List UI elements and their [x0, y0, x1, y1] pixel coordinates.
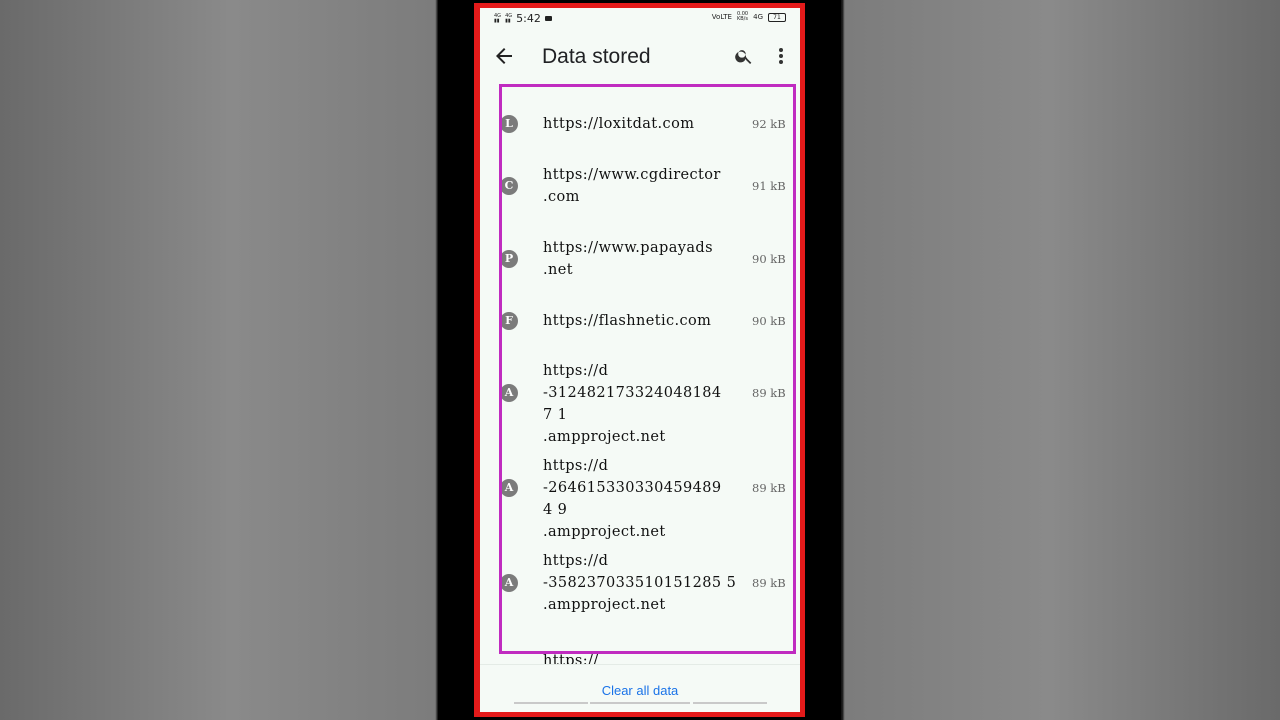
site-size: 89 kB [752, 386, 786, 400]
site-size: 90 kB [752, 252, 786, 266]
site-url: https://loxitdat.com [543, 116, 695, 132]
site-avatar: A [496, 475, 522, 501]
battery-icon: 71 [768, 12, 786, 22]
arrow-left-icon[interactable] [492, 44, 516, 68]
network-label: 4G [753, 13, 763, 21]
site-avatar: F [496, 308, 522, 334]
site-url: https://d -2646153303304594894 9 .amppro… [543, 458, 722, 540]
site-avatar: C [496, 173, 522, 199]
site-avatar: A [496, 570, 522, 596]
site-row[interactable]: https:// [480, 642, 800, 666]
nav-hint [693, 702, 767, 704]
site-size: 92 kB [752, 117, 786, 131]
site-avatar: P [496, 246, 522, 272]
net-speed: 0.00 KB/s [737, 12, 748, 22]
site-avatar: A [496, 380, 522, 406]
site-size: 89 kB [752, 481, 786, 495]
signal-icon: 4G ▮▮ [494, 12, 502, 24]
site-size: 89 kB [752, 576, 786, 590]
camera-icon [544, 16, 552, 21]
site-url: https://d -358237033510151285 5 .ampproj… [543, 553, 737, 613]
bottom-bar: Clear all data [480, 664, 800, 712]
site-url: https://www.cgdirector .com [543, 167, 721, 205]
site-size: 91 kB [752, 179, 786, 193]
site-url: https://www.papayads .net [543, 240, 713, 278]
volte-label: VoLTE [711, 13, 732, 21]
more-vert-icon[interactable] [776, 46, 786, 66]
net-speed-unit: KB/s [736, 16, 748, 22]
page-title: Data stored [542, 45, 651, 68]
site-list: L https://loxitdat.com 92 kB C https://w… [480, 86, 800, 666]
phone-screen: 4G ▮▮ 4G ▮▮ 5:42 VoLTE 0.00 KB/s 4G 71 Data… [480, 8, 800, 712]
nav-hint [590, 702, 690, 704]
nav-hint [514, 702, 588, 704]
site-url: https://d -3124821733240481847 1 .amppro… [543, 363, 722, 445]
site-avatar: L [496, 111, 522, 137]
clear-all-data-button[interactable]: Clear all data [480, 683, 800, 698]
site-url: https://flashnetic.com [543, 313, 712, 329]
clock: 5:42 [516, 12, 541, 25]
signal-icon: 4G ▮▮ [505, 12, 513, 24]
site-size: 90 kB [752, 314, 786, 328]
search-icon[interactable] [734, 46, 754, 66]
status-bar: 4G ▮▮ 4G ▮▮ 5:42 VoLTE 0.00 KB/s 4G 71 [480, 8, 800, 30]
app-bar: Data stored [480, 36, 800, 80]
